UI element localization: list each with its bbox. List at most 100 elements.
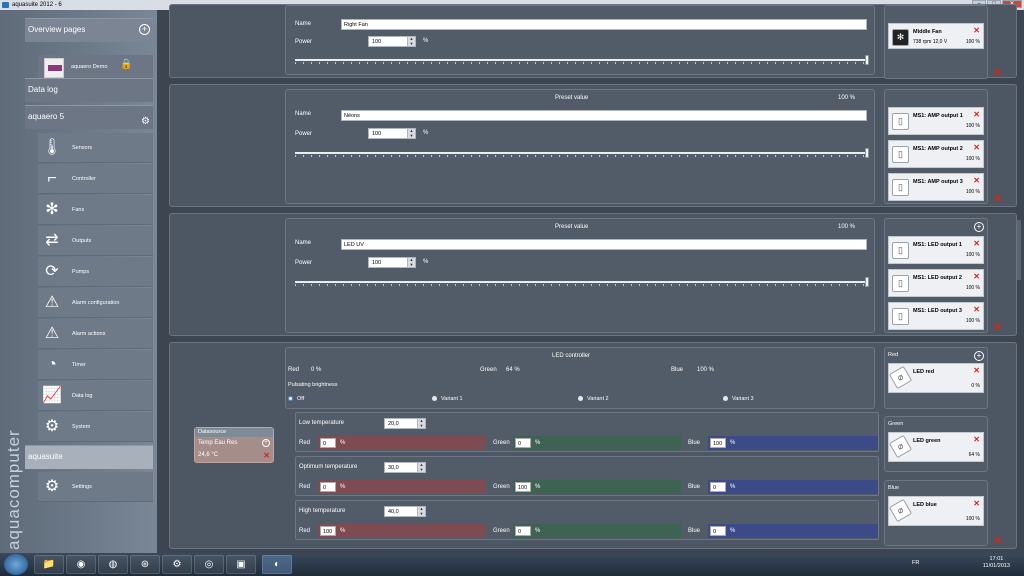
- remove-panel-icon[interactable]: ✕: [993, 194, 1002, 205]
- pulse-option-variant-2[interactable]: Variant 2: [578, 396, 609, 402]
- remove-device-icon[interactable]: ✕: [973, 435, 980, 444]
- pulse-option-off[interactable]: Off: [288, 396, 304, 402]
- pulse-option-variant-1[interactable]: Variant 1: [432, 396, 463, 402]
- high-red-input[interactable]: 100%: [318, 524, 486, 538]
- low-red-input[interactable]: 0%: [318, 436, 486, 450]
- remove-panel-icon[interactable]: ✕: [993, 323, 1002, 334]
- sidebar-item-pumps[interactable]: ⟳ Pumps: [38, 257, 153, 287]
- lock-icon[interactable]: 🔒: [120, 59, 132, 70]
- aquasuite-taskbar-icon[interactable]: ◐: [262, 555, 292, 574]
- steam-taskbar-icon[interactable]: ⚙: [162, 555, 192, 574]
- power-slider-1[interactable]: [295, 55, 869, 65]
- device-card[interactable]: ▯ MS1: LED output 2 100 % ✕: [888, 269, 984, 297]
- data-log-header[interactable]: Data log: [25, 78, 153, 102]
- low-blue-input[interactable]: 100%: [708, 436, 878, 450]
- taskbar: 📁 ◉ ◍ ⊛ ⚙ ◎ ▣ ◐ FR 17:01 11/01/2013: [0, 553, 1024, 576]
- slider-knob[interactable]: [865, 277, 869, 287]
- device-card[interactable]: ▯ MS1: AMP output 1 100 % ✕: [888, 107, 984, 135]
- add-device-icon[interactable]: +: [974, 222, 984, 232]
- device-list-3: + ▯ MS1: LED output 1 100 % ✕ ▯ MS1: LED out…: [884, 218, 988, 333]
- app-taskbar-icon[interactable]: ◍: [98, 555, 128, 574]
- led-controller-panel: Datasource Temp Eau Res 24,6 °C + ✕ LED …: [169, 342, 1017, 549]
- language-indicator[interactable]: FR: [912, 560, 919, 566]
- power-stepper-2[interactable]: 100 ▲ ▼: [368, 128, 416, 139]
- sidebar-item-settings[interactable]: ⚙ Settings: [38, 472, 153, 502]
- led-icon: ⌀: [888, 434, 913, 459]
- optimum-blue-input[interactable]: 0%: [708, 480, 878, 494]
- optimum-red-input[interactable]: 0%: [318, 480, 486, 494]
- power-stepper-3[interactable]: 100 ▲ ▼: [368, 257, 416, 268]
- pulse-option-variant-3[interactable]: Variant 3: [723, 396, 754, 402]
- slider-knob[interactable]: [865, 148, 869, 158]
- clock[interactable]: 17:01 11/01/2013: [983, 556, 1010, 570]
- sidebar-item-timer[interactable]: ◔ Timer: [38, 350, 153, 380]
- device-card[interactable]: ✻ Middle Fan 738 rpm 12,0 V 100 % ✕: [888, 23, 984, 49]
- power-stepper-1[interactable]: 100 ▲ ▼: [368, 36, 416, 47]
- sidebar-item-alarm-actions[interactable]: ⚠ Alarm actions: [38, 319, 153, 349]
- sidebar-item-controller[interactable]: ⌐ Controller: [38, 164, 153, 194]
- chart-icon: 📈: [42, 387, 62, 404]
- high-temp-stepper[interactable]: 40,0 ▲ ▼: [384, 506, 426, 517]
- alarm-icon: ⚠: [44, 325, 60, 342]
- remove-device-icon[interactable]: ✕: [973, 143, 980, 152]
- high-blue-input[interactable]: 0%: [708, 524, 878, 538]
- aquaero-header[interactable]: aquaero 5 ⚙: [25, 105, 153, 129]
- aquasuite-header[interactable]: aquasuite: [25, 445, 153, 469]
- explorer-taskbar-icon[interactable]: 📁: [34, 555, 64, 574]
- name-field-1[interactable]: Right Fan: [341, 19, 867, 30]
- app-icon: [2, 2, 9, 8]
- remove-device-icon[interactable]: ✕: [973, 239, 980, 248]
- origin-taskbar-icon[interactable]: ◎: [194, 555, 224, 574]
- sidebar-item-sensors[interactable]: 🌡 Sensors: [38, 133, 153, 163]
- sidebar-item-outputs[interactable]: ⇄ Outputs: [38, 226, 153, 256]
- app-window: aquasuite 2012 - 6 – □ ✕ aquacomputer Ov…: [0, 0, 1024, 553]
- power-slider-3[interactable]: [295, 277, 869, 287]
- datasource-box[interactable]: Datasource Temp Eau Res 24,6 °C + ✕: [194, 427, 274, 463]
- chrome-taskbar-icon[interactable]: ◉: [66, 555, 96, 574]
- sidebar-item-system[interactable]: ⚙ System: [38, 412, 153, 442]
- remove-device-icon[interactable]: ✕: [973, 110, 980, 119]
- high-green-input[interactable]: 0%: [513, 524, 681, 538]
- name-field-2[interactable]: Néons: [341, 110, 867, 121]
- led-icon: ⌀: [888, 498, 913, 523]
- controller-icon: ⌐: [47, 170, 57, 187]
- device-card[interactable]: ⌀ LED blue 100 % ✕: [888, 496, 984, 526]
- window-title: aquasuite 2012 - 6: [12, 2, 62, 8]
- device-card[interactable]: ⌀ LED green 64 % ✕: [888, 432, 984, 462]
- remove-device-icon[interactable]: ✕: [973, 272, 980, 281]
- name-field-3[interactable]: LED UV: [341, 239, 867, 250]
- high-temperature-row: High temperature 40,0 ▲ ▼ Red 100% Green 0…: [295, 500, 879, 540]
- app-taskbar-icon[interactable]: ▣: [226, 555, 256, 574]
- add-datasource-icon[interactable]: +: [262, 439, 270, 447]
- device-card[interactable]: ▯ MS1: LED output 1 100 % ✕: [888, 236, 984, 264]
- sidebar-item-data-log[interactable]: 📈 Data log: [38, 381, 153, 411]
- optimum-temp-stepper[interactable]: 30,0 ▲ ▼: [384, 462, 426, 473]
- device-card[interactable]: ▯ MS1: LED output 3 100 % ✕: [888, 302, 984, 330]
- start-button[interactable]: [4, 554, 28, 575]
- remove-device-icon[interactable]: ✕: [973, 26, 980, 35]
- low-green-input[interactable]: 0%: [513, 436, 681, 450]
- remove-device-icon[interactable]: ✕: [973, 366, 980, 375]
- overview-pages-header[interactable]: Overview pages +: [25, 18, 153, 42]
- remove-datasource-icon[interactable]: ✕: [263, 451, 270, 460]
- device-card[interactable]: ▯ MS1: AMP output 2 100 % ✕: [888, 140, 984, 168]
- remove-device-icon[interactable]: ✕: [973, 305, 980, 314]
- red-channel-panel: Red + ⌀ LED red 0 % ✕: [884, 347, 988, 409]
- low-temp-stepper[interactable]: 20,0 ▲ ▼: [384, 418, 426, 429]
- sidebar-item-alarm-configuration[interactable]: ⚠ Alarm configuration: [38, 288, 153, 318]
- device-card[interactable]: ▯ MS1: AMP output 3 100 % ✕: [888, 173, 984, 201]
- remove-device-icon[interactable]: ✕: [973, 176, 980, 185]
- app-taskbar-icon[interactable]: ⊛: [130, 555, 160, 574]
- add-page-icon[interactable]: +: [139, 24, 150, 35]
- remove-panel-icon[interactable]: ✕: [993, 68, 1002, 79]
- slider-knob[interactable]: [865, 55, 869, 65]
- optimum-green-input[interactable]: 100%: [513, 480, 681, 494]
- add-device-icon[interactable]: +: [974, 351, 984, 361]
- save-settings-icon[interactable]: ⚙: [141, 111, 150, 133]
- remove-panel-icon[interactable]: ✕: [993, 536, 1002, 547]
- power-slider-2[interactable]: [295, 148, 869, 158]
- remove-device-icon[interactable]: ✕: [973, 499, 980, 508]
- preset-box-2: Preset value 100 % Name Néons Power 100 ▲…: [285, 89, 875, 204]
- device-card[interactable]: ⌀ LED red 0 % ✕: [888, 363, 984, 393]
- sidebar-item-fans[interactable]: ✻ Fans: [38, 195, 153, 225]
